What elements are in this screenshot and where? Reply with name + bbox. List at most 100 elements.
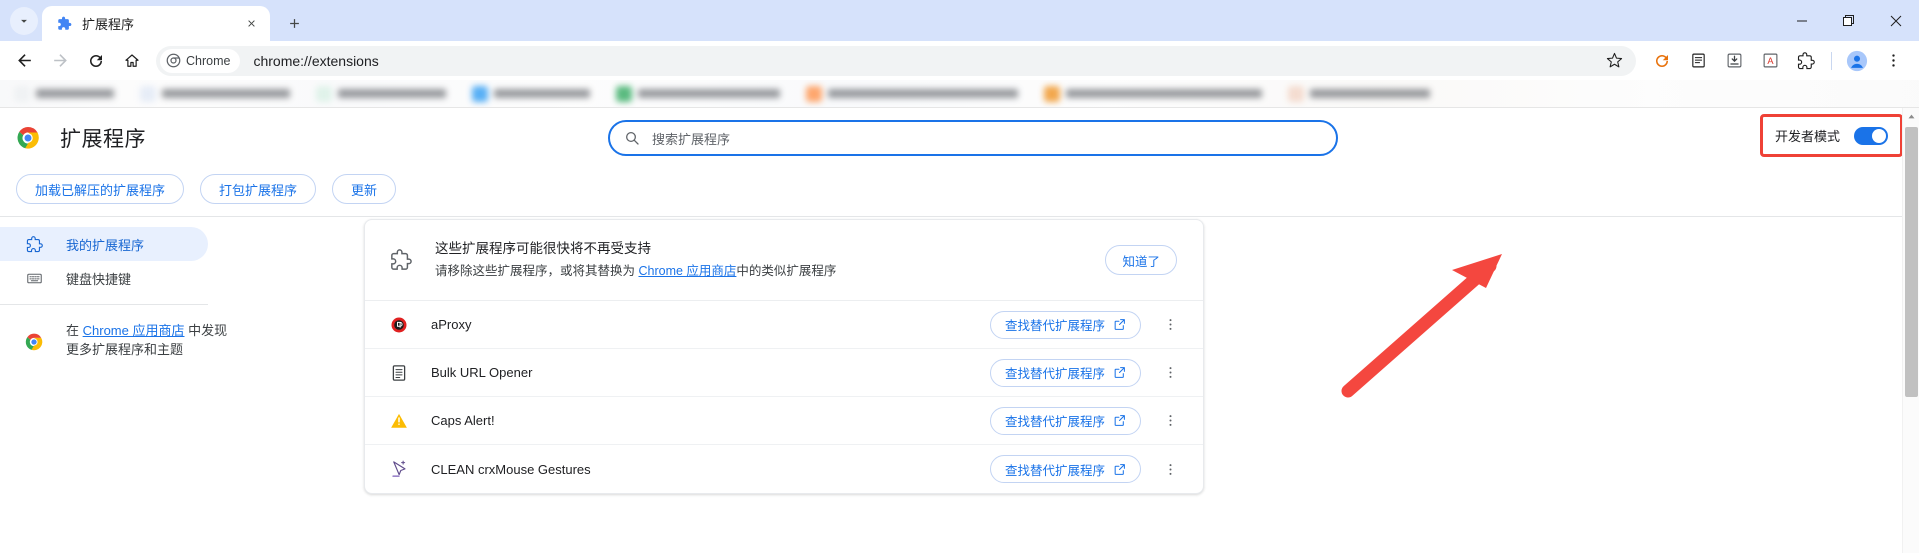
plus-icon (289, 18, 299, 28)
close-icon (1890, 15, 1901, 26)
forward-button[interactable] (45, 46, 75, 76)
back-icon (17, 54, 31, 67)
bookmark-item[interactable] (1288, 85, 1430, 102)
chrome-webstore-icon (24, 332, 44, 359)
find-alternative-button[interactable]: 查找替代扩展程序 (989, 310, 1141, 339)
extensions-button[interactable] (1791, 46, 1821, 76)
scrollbar-thumb[interactable] (1905, 127, 1918, 397)
reading-list-button[interactable] (1683, 46, 1713, 76)
puzzle-icon (56, 16, 72, 32)
chrome-webstore-promo[interactable]: 在 Chrome 应用商店 中发现更多扩展程序和主题 (0, 305, 256, 359)
page-title: 扩展程序 (60, 128, 146, 151)
extension-menu-button[interactable] (1155, 310, 1185, 340)
tab-strip: 扩展程序 (0, 0, 1919, 41)
banner-headline: 这些扩展程序可能很快将不再受支持 (435, 241, 651, 256)
reload-button[interactable] (81, 46, 111, 76)
svg-text:A: A (1767, 56, 1774, 66)
bookmark-item[interactable] (14, 85, 114, 102)
find-alternative-button[interactable]: 查找替代扩展程序 (989, 455, 1141, 483)
find-alternative-button[interactable]: 查找替代扩展程序 (989, 358, 1141, 387)
sidebar-item-keyboard-shortcuts[interactable]: 键盘快捷键 (0, 261, 208, 295)
page-scrollbar[interactable] (1902, 108, 1919, 553)
extension-name: Bulk URL Opener (431, 365, 533, 380)
extensions-header: 扩展程序 搜索扩展程序 开发者模式 (0, 108, 1919, 168)
back-button[interactable] (9, 46, 39, 76)
search-input[interactable]: 搜索扩展程序 (608, 120, 1338, 156)
bookmark-item[interactable] (806, 85, 1018, 102)
star-icon (1606, 52, 1622, 68)
banner-webstore-link[interactable]: Chrome 应用商店 (638, 264, 736, 278)
scroll-up-button[interactable] (1903, 108, 1919, 125)
bookmark-favicon (1288, 85, 1304, 102)
extension-name: Caps Alert! (431, 413, 495, 428)
bookmark-item[interactable] (1044, 85, 1262, 102)
find-alternative-label: 查找替代扩展程序 (1004, 415, 1105, 429)
browser-tab[interactable]: 扩展程序 (42, 6, 270, 41)
chrome-menu-button[interactable] (1878, 46, 1908, 76)
open-in-new-icon (1114, 319, 1125, 330)
new-tab-button[interactable] (280, 9, 308, 37)
bookmark-label (36, 89, 114, 98)
home-button[interactable] (117, 46, 147, 76)
open-in-new-icon (1114, 415, 1125, 426)
banner-text: 这些扩展程序可能很快将不再受支持 请移除这些扩展程序，或将其替换为 Chrome… (435, 238, 1105, 282)
bookmark-item[interactable] (472, 85, 590, 102)
chrome-chip: Chrome (160, 48, 241, 73)
sidebar-item-label: 我的扩展程序 (66, 237, 145, 253)
close-window-button[interactable] (1872, 0, 1919, 41)
sidebar-item-my-extensions[interactable]: 我的扩展程序 (0, 227, 208, 261)
maximize-button[interactable] (1825, 0, 1872, 41)
bookmarks-bar[interactable] (0, 80, 1919, 108)
bookmark-item[interactable] (616, 85, 780, 102)
warning-triangle-icon (389, 412, 409, 430)
extension-row: Caps Alert! 查找替代扩展程序 (365, 397, 1203, 445)
chevron-down-icon (21, 19, 27, 23)
extension-row: CLEAN crxMouse Gestures 查找替代扩展程序 (365, 445, 1203, 493)
bookmark-label (338, 89, 446, 98)
chrome-webstore-link[interactable]: Chrome 应用商店 (83, 323, 185, 338)
extension-menu-button[interactable] (1155, 454, 1185, 484)
window-controls (1778, 0, 1919, 41)
bookmark-favicon (316, 85, 332, 102)
cursor-icon (389, 460, 409, 478)
extension-row: aProxy 查找替代扩展程序 (365, 301, 1203, 349)
pack-extension-button[interactable]: 打包扩展程序 (200, 174, 317, 204)
find-alternative-button[interactable]: 查找替代扩展程序 (989, 406, 1141, 435)
update-button[interactable]: 更新 (332, 174, 397, 204)
minimize-button[interactable] (1778, 0, 1825, 41)
address-bar-url: chrome://extensions (253, 52, 379, 69)
chrome-logo-icon (16, 126, 40, 150)
bookmark-label (828, 89, 1018, 98)
scroll-up-icon (1908, 114, 1914, 119)
extension-name: aProxy (431, 317, 472, 332)
extensions-body: 我的扩展程序 键盘快捷键 在 Chrome 应用商店 中发现更多扩展程序和主题 … (0, 217, 1919, 553)
profile-button[interactable] (1842, 46, 1872, 76)
chrome-logo-icon (166, 53, 181, 68)
extension-menu-button[interactable] (1155, 358, 1185, 388)
browser-toolbar: Chrome chrome://extensions A (0, 41, 1919, 80)
developer-mode-control[interactable]: 开发者模式 (1759, 114, 1903, 157)
dismiss-banner-button[interactable]: 知道了 (1105, 245, 1177, 275)
bookmark-star-button[interactable] (1599, 46, 1629, 76)
bookmark-label (1066, 89, 1262, 98)
tab-search-button[interactable] (10, 7, 38, 35)
downloads-icon (1727, 53, 1741, 68)
tab-close-button[interactable] (242, 15, 260, 33)
load-unpacked-button[interactable]: 加载已解压的扩展程序 (16, 174, 185, 204)
puzzle-outline-icon (389, 249, 413, 271)
downloads-button[interactable] (1719, 46, 1749, 76)
aproxy-icon (389, 316, 409, 334)
bookmark-item[interactable] (316, 85, 446, 102)
developer-mode-toggle[interactable] (1854, 126, 1888, 145)
kebab-menu-icon (1169, 463, 1171, 475)
open-in-new-icon (1114, 463, 1125, 475)
address-bar[interactable]: Chrome chrome://extensions (156, 45, 1636, 76)
bookmark-favicon (806, 85, 822, 102)
maximize-icon (1842, 14, 1854, 26)
sync-button[interactable] (1647, 46, 1677, 76)
extension-menu-button[interactable] (1155, 406, 1185, 436)
close-icon (247, 20, 255, 27)
translate-button[interactable]: A (1755, 46, 1785, 76)
find-alternative-label: 查找替代扩展程序 (1004, 367, 1105, 381)
bookmark-item[interactable] (140, 85, 290, 102)
